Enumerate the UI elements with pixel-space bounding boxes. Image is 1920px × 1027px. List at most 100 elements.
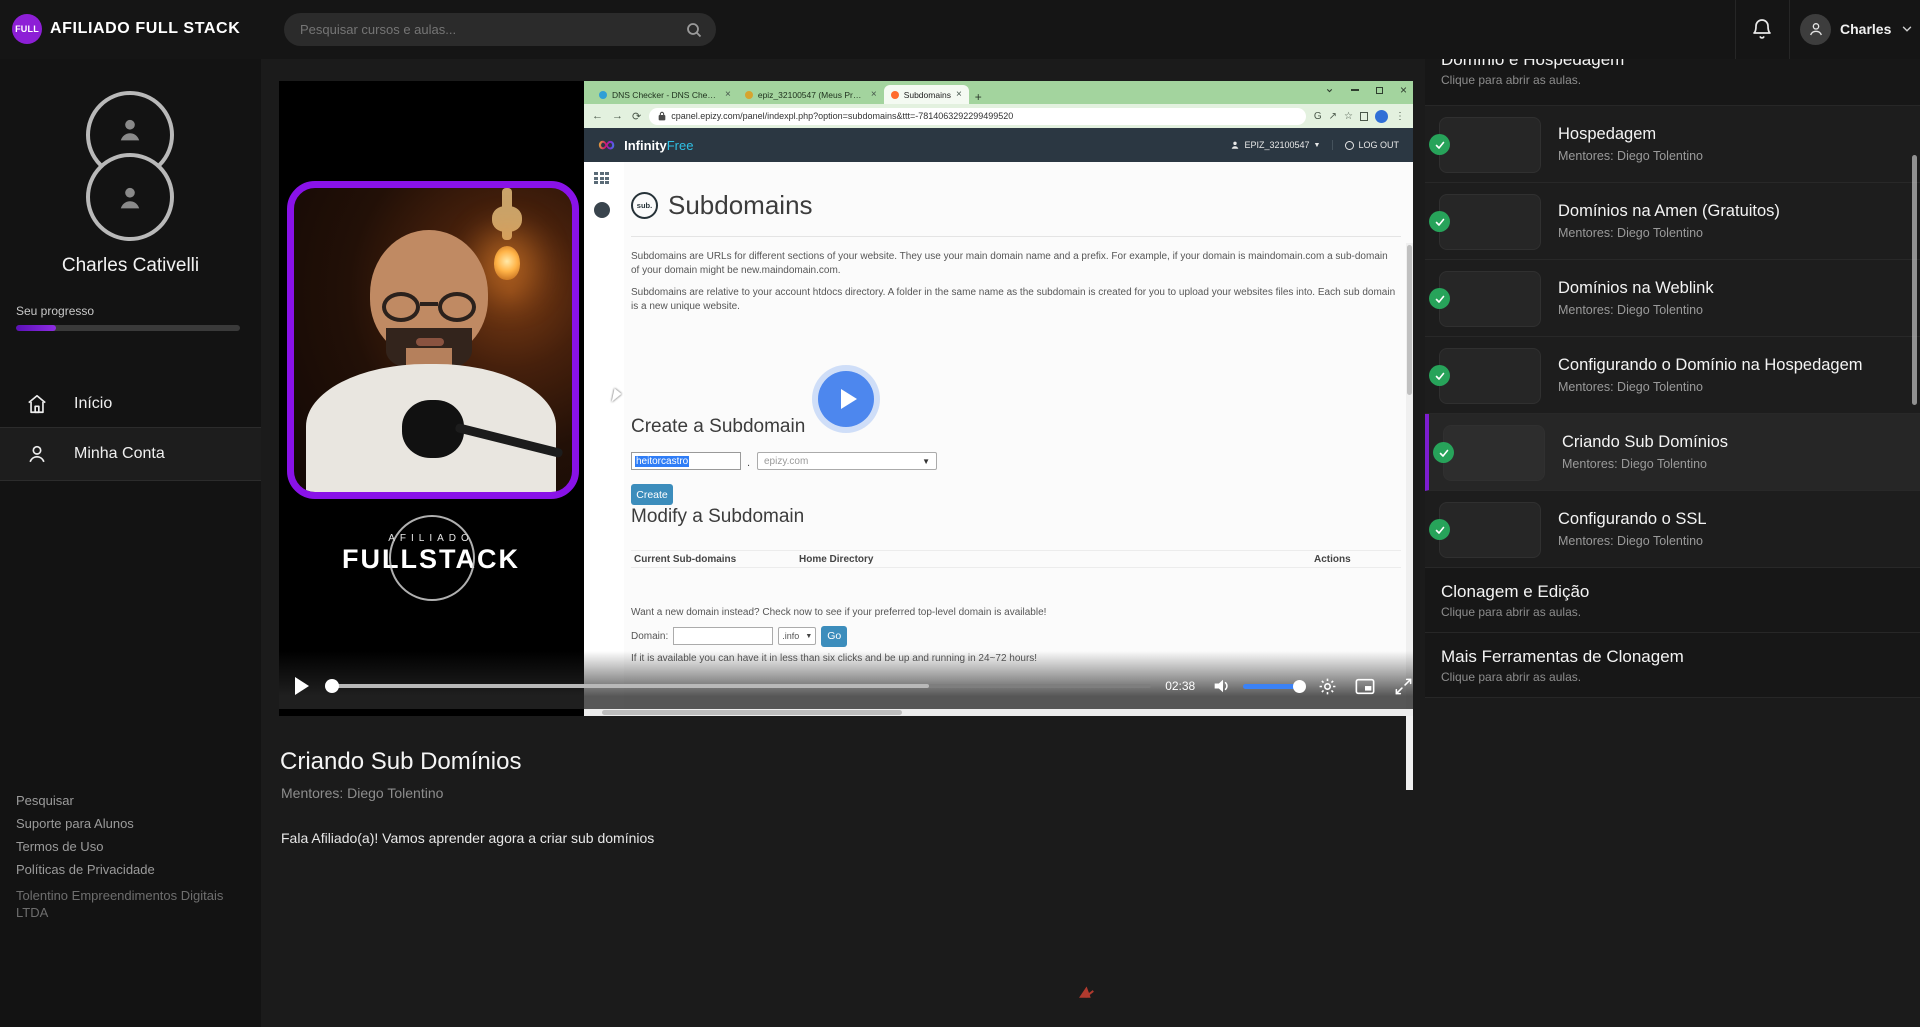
play-button[interactable] bbox=[295, 677, 309, 695]
module-section-mais-ferramentas-de-clonagem[interactable]: Mais Ferramentas de ClonagemClique para … bbox=[1425, 633, 1920, 698]
forward-icon: → bbox=[612, 110, 623, 123]
lesson-item-title: Criando Sub Domínios bbox=[1562, 433, 1728, 452]
window-minimize-icon bbox=[1351, 89, 1359, 91]
footer-link-pol-ticas-de-privacidade[interactable]: Políticas de Privacidade bbox=[16, 862, 155, 877]
volume-icon[interactable] bbox=[1213, 677, 1233, 695]
progress-fill bbox=[16, 325, 56, 331]
lesson-item-title: Configurando o SSL bbox=[1558, 510, 1707, 529]
new-tab-button: + bbox=[975, 90, 982, 104]
back-icon: ← bbox=[592, 110, 603, 123]
want-domain-text: Want a new domain instead? Check now to … bbox=[631, 606, 1397, 620]
pip-icon[interactable] bbox=[1355, 676, 1375, 696]
profile-avatar[interactable] bbox=[86, 153, 174, 241]
module-section-dom-nio-e-hospedagem[interactable]: Domínio e HospedagemClique para abrir as… bbox=[1425, 59, 1920, 106]
browser-tab-epiz-32100547-meus-produ: epiz_32100547 (Meus Produtos× bbox=[738, 85, 884, 104]
window-chevron-icon bbox=[1325, 86, 1334, 95]
sidepanel-icon bbox=[1360, 112, 1368, 121]
browser-nav-arrows: ← → ⟳ bbox=[592, 110, 641, 123]
subdomains-table-header: Current Sub-domains Home Directory Actio… bbox=[631, 550, 1401, 568]
tld-select: .info▼ bbox=[778, 627, 816, 645]
window-close-icon: × bbox=[1400, 83, 1407, 97]
lesson-thumbnail bbox=[1439, 502, 1541, 558]
lesson-thumbnail bbox=[1439, 117, 1541, 173]
lesson-item-mentors: Mentores: Diego Tolentino bbox=[1562, 457, 1707, 471]
browser-profile-avatar bbox=[1375, 110, 1388, 123]
chevron-down-icon bbox=[1900, 22, 1914, 36]
tab-close-icon: × bbox=[871, 89, 877, 100]
lesson-item-dom-nios-na-weblink[interactable]: Domínios na WeblinkMentores: Diego Tolen… bbox=[1425, 260, 1920, 337]
user-menu[interactable]: Charles bbox=[1800, 13, 1914, 45]
lesson-item-hospedagem[interactable]: HospedagemMentores: Diego Tolentino bbox=[1425, 106, 1920, 183]
volume-slider[interactable] bbox=[1243, 684, 1300, 689]
module-subtitle: Clique para abrir as aulas. bbox=[1441, 605, 1920, 619]
fullscreen-icon[interactable] bbox=[1393, 676, 1413, 696]
browser-menu-icon: ⋮ bbox=[1395, 111, 1405, 122]
settings-gear-icon[interactable] bbox=[1318, 676, 1338, 696]
window-maximize-icon bbox=[1376, 87, 1383, 94]
lessons-panel: Domínio e HospedagemClique para abrir as… bbox=[1425, 59, 1920, 1027]
browser-tab-dns-checker-dns-check-pr: DNS Checker - DNS Check Propa× bbox=[592, 85, 738, 104]
presenter-glasses bbox=[382, 292, 476, 322]
lesson-item-configurando-o-ssl[interactable]: Configurando o SSLMentores: Diego Tolent… bbox=[1425, 491, 1920, 568]
person-icon bbox=[26, 443, 48, 465]
app-screen: FULL AFILIADO FULL STACK Charles bbox=[0, 0, 1920, 1027]
window-controls: × bbox=[1325, 83, 1407, 97]
go-button: Go bbox=[821, 626, 847, 647]
lesson-item-title: Hospedagem bbox=[1558, 125, 1656, 144]
brand-title: AFILIADO FULL STACK bbox=[50, 20, 240, 38]
presenter-webcam bbox=[287, 181, 579, 499]
cpanel-header: ∞ InfinityFree EPIZ_32100547 ▼ LOG OUT bbox=[584, 128, 1413, 162]
video-play-overlay-button[interactable] bbox=[818, 371, 874, 427]
lesson-title: Criando Sub Domínios bbox=[280, 748, 521, 776]
completed-check-icon bbox=[1433, 442, 1454, 463]
power-icon bbox=[1345, 141, 1354, 150]
completed-check-icon bbox=[1429, 211, 1450, 232]
channel-watermark: AFILIADO FULLSTACK bbox=[301, 533, 561, 575]
decor-lamp-bulb bbox=[494, 246, 520, 280]
footer-link-suporte-para-alunos[interactable]: Suporte para Alunos bbox=[16, 816, 134, 831]
search-bar[interactable] bbox=[284, 13, 716, 46]
lesson-thumbnail bbox=[1439, 271, 1541, 327]
search-icon[interactable] bbox=[686, 22, 702, 38]
seek-buffered bbox=[327, 684, 929, 688]
lesson-description: Fala Afiliado(a)! Vamos aprender agora a… bbox=[281, 830, 654, 846]
video-player[interactable]: AFILIADO FULLSTACK DNS Checker - DNS Che… bbox=[279, 81, 1413, 716]
addressbar-icons: G↗☆ ⋮ bbox=[1314, 110, 1405, 123]
lesson-item-criando-sub-dom-nios[interactable]: Criando Sub Domínios Mentores: Diego Tole… bbox=[1425, 414, 1920, 491]
lesson-item-title: Configurando o Domínio na Hospedagem bbox=[1558, 356, 1863, 375]
search-input[interactable] bbox=[300, 22, 686, 37]
lesson-item-mentors: Mentores: Diego Tolentino bbox=[1558, 226, 1703, 240]
modify-subdomain-heading: Modify a Subdomain bbox=[631, 506, 804, 528]
lesson-item-dom-nios-na-amen-gratuitos-[interactable]: Domínios na Amen (Gratuitos)Mentores: Di… bbox=[1425, 183, 1920, 260]
recorded-browser: DNS Checker - DNS Check Propa×epiz_32100… bbox=[584, 81, 1413, 716]
subdomain-input: heitorcastro bbox=[631, 452, 741, 470]
account-person-icon bbox=[1230, 140, 1240, 150]
brand-logo[interactable]: FULL bbox=[12, 14, 42, 44]
time-display: 02:38 bbox=[1165, 679, 1200, 693]
seek-bar[interactable] bbox=[327, 684, 1151, 688]
footer-link-termos-de-uso[interactable]: Termos de Uso bbox=[16, 839, 103, 854]
presenter-mouth bbox=[416, 338, 444, 346]
brand-logo-text: FULL bbox=[15, 24, 39, 34]
column-actions: Actions bbox=[1314, 554, 1394, 565]
reload-icon: ⟳ bbox=[632, 110, 641, 123]
cpanel-side-strip bbox=[584, 162, 624, 709]
sidebar-item-minha-conta[interactable]: Minha Conta bbox=[0, 427, 261, 481]
share-icon: ↗ bbox=[1329, 111, 1337, 122]
divider bbox=[631, 236, 1401, 237]
volume-handle[interactable] bbox=[1293, 680, 1306, 693]
seek-handle[interactable] bbox=[325, 679, 339, 693]
cpanel-icon bbox=[891, 91, 899, 99]
notifications-bell-icon[interactable] bbox=[1750, 17, 1776, 43]
sidebar-item-inicio[interactable]: Início bbox=[0, 381, 261, 427]
topbar-divider bbox=[1735, 0, 1736, 59]
lesson-item-mentors: Mentores: Diego Tolentino bbox=[1558, 380, 1703, 394]
panel-scrollbar[interactable] bbox=[1912, 155, 1917, 405]
lesson-thumbnail bbox=[1439, 348, 1541, 404]
cpanel-body: sub. Subdomains Subdomains are URLs for … bbox=[584, 162, 1413, 709]
lesson-item-configurando-o-dom-nio-na-hospedagem[interactable]: Configurando o Domínio na Hospedagem Ment… bbox=[1425, 337, 1920, 414]
module-section-clonagem-e-edi-o[interactable]: Clonagem e EdiçãoClique para abrir as au… bbox=[1425, 568, 1920, 633]
cpanel-account-menu: EPIZ_32100547 ▼ bbox=[1230, 140, 1333, 150]
footer-link-pesquisar[interactable]: Pesquisar bbox=[16, 793, 74, 808]
domain-label: Domain: bbox=[631, 631, 668, 642]
